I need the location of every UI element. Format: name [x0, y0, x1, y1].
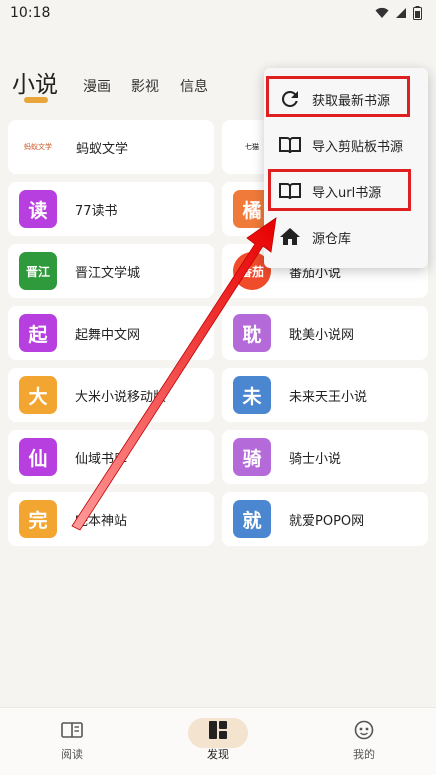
source-card[interactable]: 就 就爱POPO网 — [222, 492, 428, 546]
source-card[interactable]: 大 大米小说移动版 — [8, 368, 214, 422]
wifi-icon — [375, 7, 389, 18]
source-logo: 仙 — [19, 438, 57, 476]
status-time: 10:18 — [10, 5, 51, 21]
nav-label: 发现 — [207, 748, 229, 761]
nav-item-mine[interactable]: 我的 — [314, 708, 414, 775]
nav-item-discover[interactable]: 发现 — [168, 708, 268, 775]
source-card[interactable]: 未 未来天王小说 — [222, 368, 428, 422]
tab-novel[interactable]: 小说 — [12, 65, 58, 99]
source-name: 大米小说移动版 — [75, 389, 167, 405]
source-logo: 完 — [19, 500, 57, 538]
source-name: 未来天王小说 — [289, 389, 368, 405]
source-name: 起舞中文网 — [75, 327, 141, 343]
battery-icon — [413, 6, 422, 20]
source-logo: 骑 — [233, 438, 271, 476]
book-open-icon — [61, 722, 83, 738]
source-card[interactable]: 起 起舞中文网 — [8, 306, 214, 360]
source-card[interactable]: 晋江 晋江文学城 — [8, 244, 214, 298]
nav-label: 我的 — [353, 748, 375, 761]
book-icon — [279, 137, 301, 154]
source-name: 就爱POPO网 — [289, 513, 365, 529]
home-icon — [280, 228, 300, 245]
source-logo: 蚂蚁文学 — [24, 143, 52, 151]
source-card[interactable]: 蚂蚁文学 蚂蚁文学 — [8, 120, 214, 174]
source-card[interactable]: 耽 耽美小说网 — [222, 306, 428, 360]
status-icons — [375, 6, 422, 20]
source-logo: 大 — [19, 376, 57, 414]
source-logo: 晋江 — [19, 252, 57, 290]
tab-video[interactable]: 影视 — [131, 76, 159, 96]
nav-item-read[interactable]: 阅读 — [22, 708, 122, 775]
source-name: 耽美小说网 — [289, 327, 355, 343]
menu-item-label: 导入剪贴板书源 — [312, 139, 404, 155]
source-card[interactable]: 仙 仙域书库 — [8, 430, 214, 484]
menu-item-import-clipboard[interactable]: 导入剪贴板书源 — [264, 122, 428, 168]
source-name: 蚂蚁文学 — [76, 141, 129, 157]
face-icon — [354, 720, 374, 740]
dashboard-icon — [209, 721, 227, 739]
signal-icon — [396, 8, 406, 18]
menu-item-source-repo[interactable]: 源仓库 — [264, 214, 428, 260]
source-logo: 起 — [19, 314, 57, 352]
source-card[interactable]: 完 完本神站 — [8, 492, 214, 546]
tab-info[interactable]: 信息 — [180, 76, 208, 96]
source-logo: 读 — [19, 190, 57, 228]
source-name: 骑士小说 — [289, 451, 342, 467]
source-name: 晋江文学城 — [75, 265, 141, 281]
source-logo: 就 — [233, 500, 271, 538]
source-logo: 耽 — [233, 314, 271, 352]
menu-item-label: 源仓库 — [312, 231, 352, 247]
tab-comic[interactable]: 漫画 — [83, 76, 111, 96]
highlight-box — [266, 76, 410, 117]
bottom-navigation: 阅读 发现 我的 — [0, 707, 436, 775]
highlight-box — [268, 169, 411, 211]
nav-label: 阅读 — [61, 748, 83, 761]
status-bar: 10:18 — [0, 0, 436, 26]
source-logo: 未 — [233, 376, 271, 414]
source-card[interactable]: 读 77读书 — [8, 182, 214, 236]
source-card[interactable]: 骑 骑士小说 — [222, 430, 428, 484]
source-name: 77读书 — [75, 203, 118, 219]
source-name: 仙域书库 — [75, 451, 128, 467]
source-name: 完本神站 — [75, 513, 128, 529]
tab-indicator — [24, 97, 48, 103]
